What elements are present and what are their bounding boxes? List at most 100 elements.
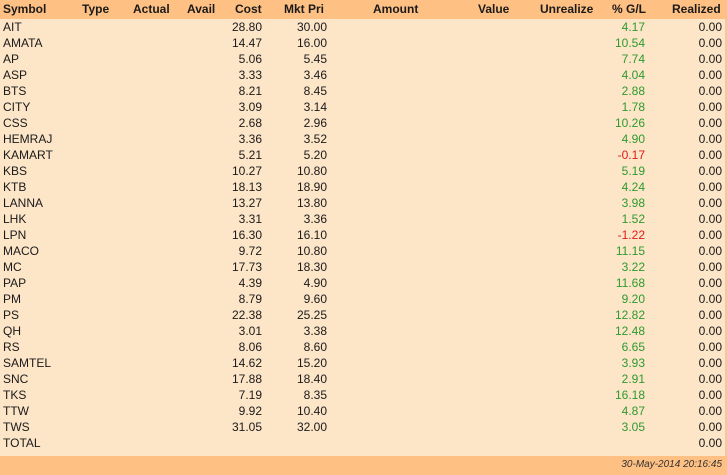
cell-realized: 0.00: [698, 148, 722, 162]
table-row[interactable]: KAMART 5.21 5.20 -0.17 0.00: [0, 147, 727, 163]
table-row[interactable]: PAP 4.39 4.90 11.68 0.00: [0, 275, 727, 291]
table-header: Symbol Type Actual Avail Cost Mkt Pri Am…: [0, 0, 727, 19]
col-header-amount[interactable]: Amount: [373, 2, 418, 16]
cell-realized: 0.00: [698, 68, 722, 82]
table-row[interactable]: CSS 2.68 2.96 10.26 0.00: [0, 115, 727, 131]
table-row[interactable]: HEMRAJ 3.36 3.52 4.90 0.00: [0, 131, 727, 147]
table-row[interactable]: AIT 28.80 30.00 4.17 0.00: [0, 19, 727, 35]
table-row[interactable]: SNC 17.88 18.40 2.91 0.00: [0, 371, 727, 387]
cell-cost: 22.38: [231, 308, 262, 322]
table-row[interactable]: KBS 10.27 10.80 5.19 0.00: [0, 163, 727, 179]
col-header-realized[interactable]: Realized: [672, 2, 721, 16]
col-header-pct-gl[interactable]: % G/L: [612, 2, 646, 16]
cell-symbol: RS: [3, 340, 20, 354]
table-row[interactable]: PS 22.38 25.25 12.82 0.00: [0, 307, 727, 323]
table-row[interactable]: QH 3.01 3.38 12.48 0.00: [0, 323, 727, 339]
table-row[interactable]: CITY 3.09 3.14 1.78 0.00: [0, 99, 727, 115]
cell-symbol: TKS: [3, 388, 27, 402]
table-row[interactable]: AMATA 14.47 16.00 10.54 0.00: [0, 35, 727, 51]
cell-cost: 10.27: [231, 164, 262, 178]
cell-cost: 3.31: [238, 212, 262, 226]
cell-realized: 0.00: [698, 420, 722, 434]
cell-realized: 0.00: [698, 260, 722, 274]
cell-symbol: QH: [3, 324, 21, 338]
cell-pct-gl: 1.78: [621, 100, 645, 114]
cell-pct-gl: 11.15: [615, 244, 645, 258]
col-header-value[interactable]: Value: [478, 2, 509, 16]
portfolio-table: Symbol Type Actual Avail Cost Mkt Pri Am…: [0, 0, 727, 475]
cell-pct-gl: 12.48: [614, 324, 645, 338]
cell-mkt-price: 5.45: [303, 52, 327, 66]
table-row[interactable]: ASP 3.33 3.46 4.04 0.00: [0, 67, 727, 83]
total-realized: 0.00: [698, 436, 722, 450]
cell-mkt-price: 3.14: [303, 100, 327, 114]
cell-symbol: KBS: [3, 164, 28, 178]
cell-mkt-price: 18.30: [296, 260, 327, 274]
col-header-actual[interactable]: Actual: [133, 2, 170, 16]
cell-symbol: CITY: [3, 100, 31, 114]
cell-pct-gl: 10.26: [614, 116, 645, 130]
cell-pct-gl: 4.04: [621, 68, 645, 82]
table-row[interactable]: TTW 9.92 10.40 4.87 0.00: [0, 403, 727, 419]
cell-cost: 9.92: [238, 404, 262, 418]
cell-pct-gl: 5.19: [621, 164, 645, 178]
table-footer: 30-May-2014 20:16:45: [0, 456, 727, 475]
cell-mkt-price: 8.45: [303, 84, 327, 98]
table-row[interactable]: RS 8.06 8.60 6.65 0.00: [0, 339, 727, 355]
table-row[interactable]: KTB 18.13 18.90 4.24 0.00: [0, 179, 727, 195]
cell-mkt-price: 18.40: [296, 372, 327, 386]
cell-realized: 0.00: [698, 340, 722, 354]
cell-realized: 0.00: [698, 100, 722, 114]
cell-pct-gl: 6.65: [621, 340, 645, 354]
cell-realized: 0.00: [698, 52, 722, 66]
col-header-symbol[interactable]: Symbol: [3, 2, 46, 16]
cell-symbol: PS: [3, 308, 20, 322]
col-header-avail[interactable]: Avail: [187, 2, 215, 16]
col-header-unrealize[interactable]: Unrealize: [540, 2, 593, 16]
cell-symbol: MACO: [3, 244, 39, 258]
cell-mkt-price: 3.38: [303, 324, 327, 338]
cell-cost: 18.13: [231, 180, 262, 194]
cell-mkt-price: 10.40: [296, 404, 327, 418]
cell-symbol: BTS: [3, 84, 27, 98]
cell-symbol: SNC: [3, 372, 29, 386]
cell-mkt-price: 16.00: [296, 36, 327, 50]
cell-cost: 17.88: [231, 372, 262, 386]
cell-pct-gl: 12.82: [614, 308, 645, 322]
table-row[interactable]: LHK 3.31 3.36 1.52 0.00: [0, 211, 727, 227]
cell-mkt-price: 5.20: [303, 148, 327, 162]
cell-cost: 8.79: [238, 292, 262, 306]
cell-pct-gl: 4.17: [621, 20, 645, 34]
table-row[interactable]: LPN 16.30 16.10 -1.22 0.00: [0, 227, 727, 243]
col-header-type[interactable]: Type: [82, 2, 109, 16]
cell-realized: 0.00: [698, 308, 722, 322]
table-row[interactable]: PM 8.79 9.60 9.20 0.00: [0, 291, 727, 307]
table-row[interactable]: SAMTEL 14.62 15.20 3.93 0.00: [0, 355, 727, 371]
table-row[interactable]: TKS 7.19 8.35 16.18 0.00: [0, 387, 727, 403]
cell-cost: 3.36: [238, 132, 262, 146]
cell-realized: 0.00: [698, 276, 722, 290]
cell-pct-gl: 4.90: [621, 132, 645, 146]
cell-symbol: ASP: [3, 68, 28, 82]
cell-cost: 16.30: [231, 228, 262, 242]
cell-mkt-price: 18.90: [296, 180, 327, 194]
table-row[interactable]: MC 17.73 18.30 3.22 0.00: [0, 259, 727, 275]
col-header-mkt-price[interactable]: Mkt Pri: [284, 2, 324, 16]
table-row[interactable]: AP 5.06 5.45 7.74 0.00: [0, 51, 727, 67]
cell-realized: 0.00: [698, 244, 722, 258]
cell-symbol: AP: [3, 52, 20, 66]
cell-cost: 8.06: [238, 340, 262, 354]
cell-realized: 0.00: [698, 36, 722, 50]
cell-symbol: PAP: [3, 276, 27, 290]
col-header-cost[interactable]: Cost: [235, 2, 262, 16]
cell-symbol: LPN: [3, 228, 27, 242]
table-row[interactable]: MACO 9.72 10.80 11.15 0.00: [0, 243, 727, 259]
table-row[interactable]: LANNA 13.27 13.80 3.98 0.00: [0, 195, 727, 211]
cell-realized: 0.00: [698, 164, 722, 178]
table-row[interactable]: BTS 8.21 8.45 2.88 0.00: [0, 83, 727, 99]
cell-realized: 0.00: [698, 388, 722, 402]
table-row[interactable]: TWS 31.05 32.00 3.05 0.00: [0, 419, 727, 435]
cell-cost: 14.62: [231, 356, 262, 370]
cell-realized: 0.00: [698, 228, 722, 242]
cell-realized: 0.00: [698, 292, 722, 306]
